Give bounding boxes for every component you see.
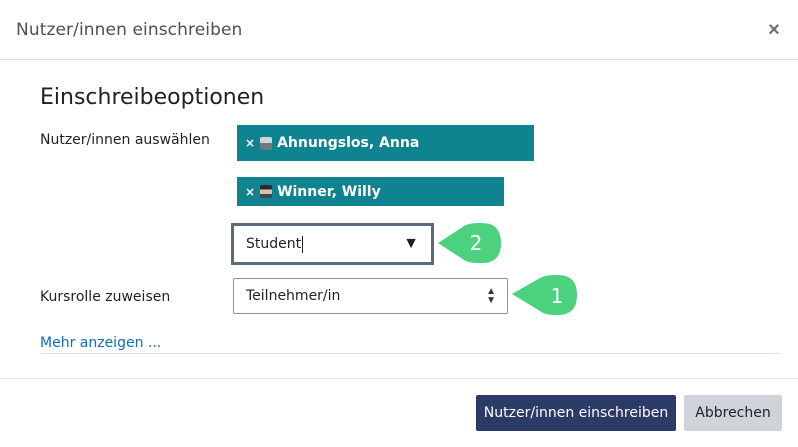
user-search-input[interactable]: Student ▼ [231, 223, 434, 265]
remove-x-icon[interactable]: × [245, 185, 255, 199]
callout-number: 2 [470, 231, 483, 255]
role-select[interactable]: Teilnehmer/in ▲ ▼ [233, 278, 508, 314]
selected-user-name: Winner, Willy [277, 183, 381, 200]
role-label: Kursrolle zuweisen [40, 289, 171, 305]
callout-badge-2: 2 [438, 223, 501, 263]
callout-badge-1: 1 [512, 275, 577, 315]
show-more-link[interactable]: Mehr anzeigen ... [40, 335, 161, 351]
remove-x-icon[interactable]: × [245, 136, 255, 150]
enrol-users-dialog: Nutzer/innen einschreiben × Einschreibeo… [0, 0, 798, 447]
user-avatar-icon [260, 136, 273, 150]
enrol-users-button[interactable]: Nutzer/innen einschreiben [476, 395, 676, 431]
close-icon[interactable]: × [765, 19, 783, 41]
role-selected-value: Teilnehmer/in [246, 288, 341, 304]
cancel-button[interactable]: Abbrechen [684, 395, 782, 431]
dropdown-triangle-icon[interactable]: ▼ [403, 235, 419, 253]
select-arrows-icon: ▲ ▼ [486, 286, 496, 306]
section-title: Einschreibeoptionen [40, 85, 265, 110]
dialog-header: Nutzer/innen einschreiben × [0, 0, 798, 60]
user-avatar-icon [260, 185, 273, 198]
selected-user-name: Ahnungslos, Anna [277, 135, 420, 151]
select-users-label: Nutzer/innen auswählen [40, 132, 210, 148]
selected-user-chip[interactable]: × Winner, Willy [237, 177, 504, 206]
callout-number: 1 [551, 284, 564, 308]
dialog-title: Nutzer/innen einschreiben [16, 20, 243, 40]
text-cursor [302, 235, 304, 253]
selected-user-chip[interactable]: × Ahnungslos, Anna [237, 125, 534, 161]
user-search-value: Student [246, 236, 302, 252]
divider [40, 353, 781, 354]
footer-divider [0, 378, 798, 379]
